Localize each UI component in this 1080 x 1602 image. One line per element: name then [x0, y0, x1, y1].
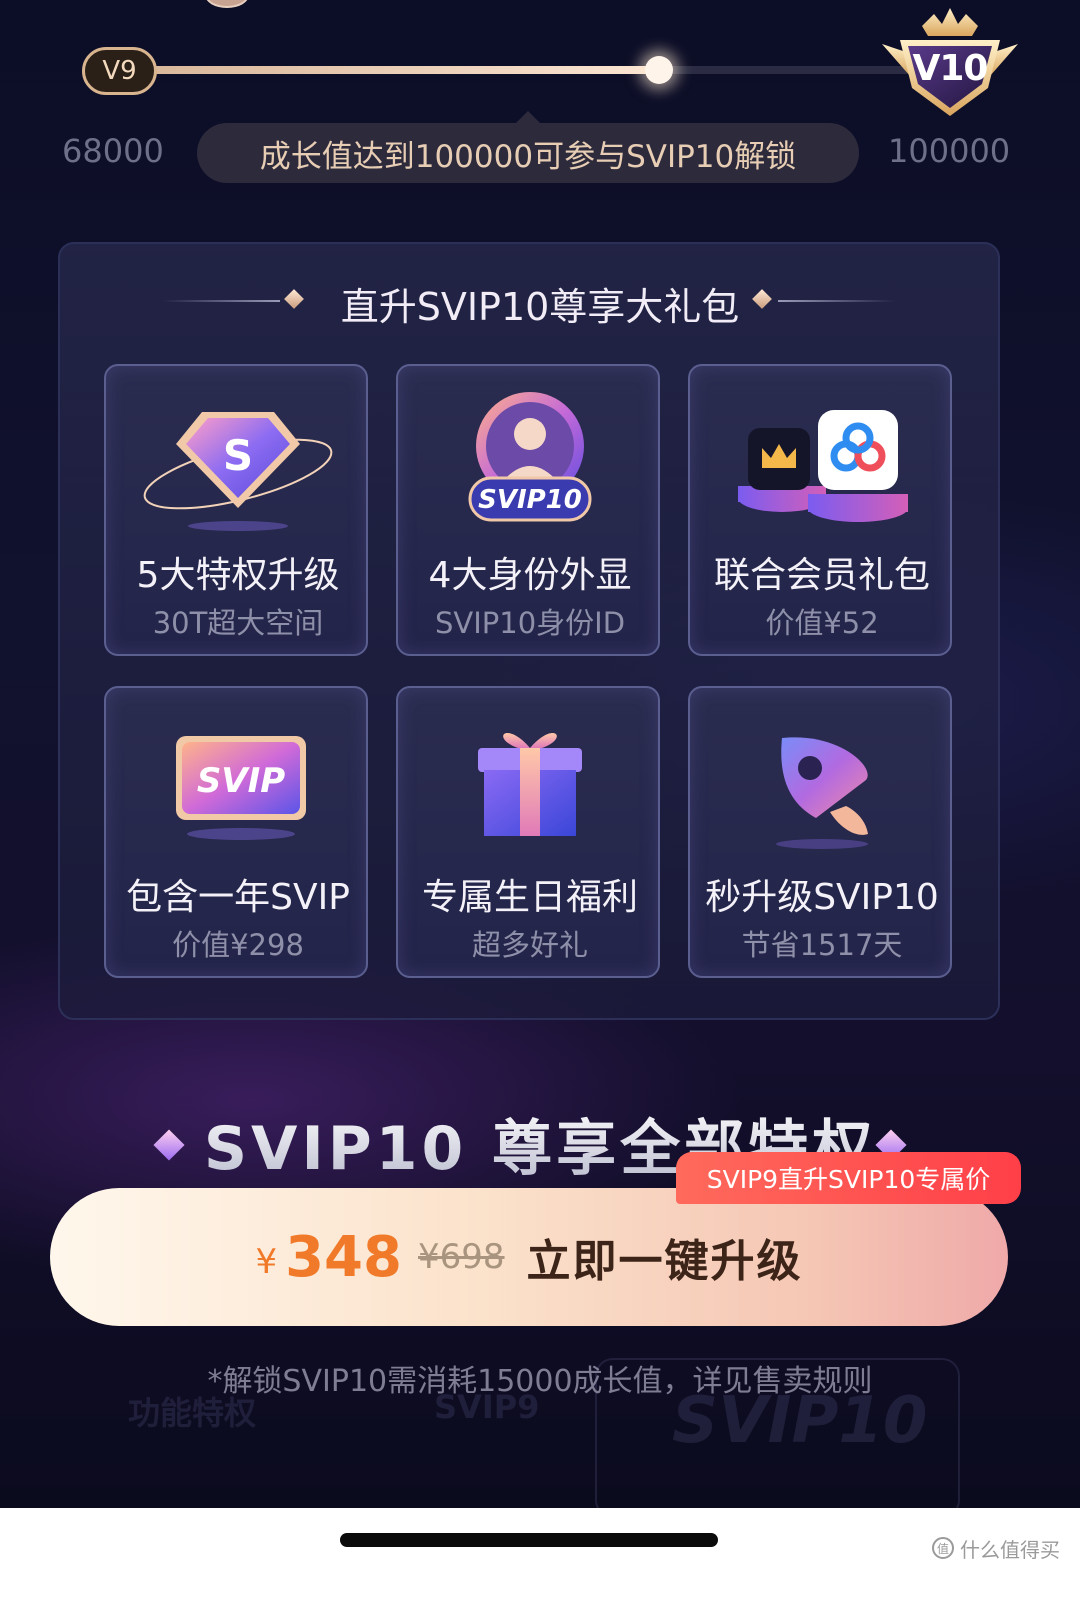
level-progress-bar	[150, 56, 910, 84]
upgrade-price: 348	[285, 1224, 402, 1290]
upgrade-button-label: 立即一键升级	[526, 1236, 803, 1287]
sale-rules-note[interactable]: *解锁SVIP10需消耗15000成长值，详见售卖规则	[0, 1356, 1080, 1400]
divider-line	[778, 300, 896, 302]
next-level-crown-badge: V10	[880, 4, 1020, 124]
level-start-value: 68000	[62, 132, 164, 170]
card-subtitle: 节省1517天	[741, 928, 903, 962]
gift-pack-heading: 直升SVIP10尊享大礼包	[0, 270, 1080, 330]
benefit-card-identity[interactable]: SVIP10 4大身份外显 SVIP10身份ID	[396, 364, 660, 656]
card-subtitle: 价值¥52	[765, 606, 879, 640]
rocket-icon	[690, 708, 954, 858]
gift-pack-title: 直升SVIP10尊享大礼包	[340, 285, 740, 329]
card-title: 专属生日福利	[421, 877, 638, 918]
svg-text:SVIP: SVIP	[197, 761, 285, 801]
card-title: 4大身份外显	[428, 555, 632, 596]
unlock-tooltip: 成长值达到100000可参与SVIP10解锁	[197, 123, 859, 183]
card-title: 包含一年SVIP	[126, 877, 350, 918]
current-level-badge: V9	[82, 47, 157, 95]
upgrade-button[interactable]: ¥ 348 ¥698 立即一键升级	[50, 1188, 1008, 1326]
watermark-text: 什么值得买	[960, 1537, 1060, 1562]
card-title: 秒升级SVIP10	[705, 877, 939, 918]
card-subtitle: SVIP10身份ID	[434, 606, 626, 640]
level-progress-fill	[150, 66, 660, 74]
watermark-logo-icon: 值	[932, 1537, 954, 1559]
original-price: ¥698	[418, 1237, 505, 1277]
level-end-value: 100000	[888, 132, 1011, 170]
card-subtitle: 价值¥298	[172, 928, 304, 962]
card-title: 5大特权升级	[136, 555, 340, 596]
card-title: 联合会员礼包	[713, 555, 930, 596]
avatar	[205, 0, 249, 8]
partner-apps-icon	[690, 386, 954, 536]
benefit-card-partner-pack[interactable]: 联合会员礼包 价值¥52	[688, 364, 952, 656]
s-diamond-icon: S	[106, 386, 370, 536]
benefit-card-birthday[interactable]: 专属生日福利 超多好礼	[396, 686, 660, 978]
price-currency: ¥	[255, 1242, 278, 1282]
benefit-card-privileges[interactable]: S 5大特权升级 30T超大空间	[104, 364, 368, 656]
gift-box-icon	[398, 708, 662, 858]
benefit-card-instant-upgrade[interactable]: 秒升级SVIP10 节省1517天	[688, 686, 952, 978]
svg-text:S: S	[223, 431, 253, 480]
exclusive-price-tag: SVIP9直升SVIP10专属价	[676, 1152, 1021, 1204]
svip-card-icon: SVIP	[106, 708, 370, 858]
level-progress-knob	[645, 56, 674, 84]
card-subtitle: 超多好礼	[471, 928, 588, 962]
next-level-label: V10	[912, 48, 989, 89]
benefit-card-svip-year[interactable]: SVIP 包含一年SVIP 价值¥298	[104, 686, 368, 978]
watermark: 值 什么值得买	[932, 1534, 1060, 1562]
card-subtitle: 30T超大空间	[152, 606, 324, 640]
svip10-avatar-badge-icon: SVIP10	[398, 386, 662, 536]
membership-screen: V9 V10 68000 100000 成长值达到100000可参与SVIP10…	[0, 0, 1080, 1508]
svg-text:SVIP10: SVIP10	[478, 485, 582, 515]
home-indicator[interactable]	[340, 1533, 718, 1547]
